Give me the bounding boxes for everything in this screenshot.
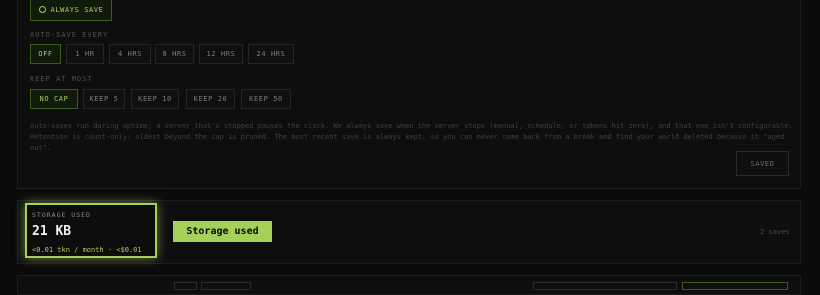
every-option-8hrs[interactable]: 8 HRS [155,44,194,64]
always-save-toggle[interactable]: ALWAYS SAVE [30,0,112,21]
every-option-4hrs[interactable]: 4 HRS [109,44,151,64]
keep-option-no-cap[interactable]: NO CAP [30,89,78,109]
every-option-1hr[interactable]: 1 HR [66,44,104,64]
keep-option-20[interactable]: KEEP 20 [186,89,235,109]
always-save-label: ALWAYS SAVE [50,5,104,14]
next-section-control-2[interactable] [201,282,251,290]
every-option-off[interactable]: OFF [30,44,61,64]
keep-option-50[interactable]: KEEP 50 [241,89,291,109]
keep-option-10[interactable]: KEEP 10 [131,89,179,109]
next-section-control-3[interactable] [533,282,677,290]
saves-count: 2 saves [760,228,790,236]
saved-button[interactable]: SAVED [736,151,789,176]
auto-save-help-text: Auto-saves run during uptime; a server t… [30,121,800,154]
every-option-12hrs[interactable]: 12 HRS [199,44,243,64]
storage-used-value: 21 KB [32,224,72,239]
storage-used-card[interactable]: STORAGE USED 21 KB <0.01 tkn / month · <… [25,203,157,258]
every-option-24hrs[interactable]: 24 HRS [248,44,294,64]
next-section-control-1[interactable] [174,282,197,290]
keep-option-5[interactable]: KEEP 5 [83,89,125,109]
storage-used-caption: STORAGE USED [32,211,91,219]
help-line-2: Retention is count-only: oldest beyond t… [30,133,785,152]
keep-at-most-label: KEEP AT MOST [30,75,93,83]
storage-cost: <0.01 tkn / month · <$0.01 [32,246,142,254]
help-line-1: Auto-saves run during uptime; a server t… [30,122,793,130]
storage-used-tooltip: Storage used [173,221,272,242]
auto-save-every-label: AUTO-SAVE EVERY [30,31,109,39]
radio-icon [38,6,46,13]
next-section-control-4[interactable] [682,282,788,290]
